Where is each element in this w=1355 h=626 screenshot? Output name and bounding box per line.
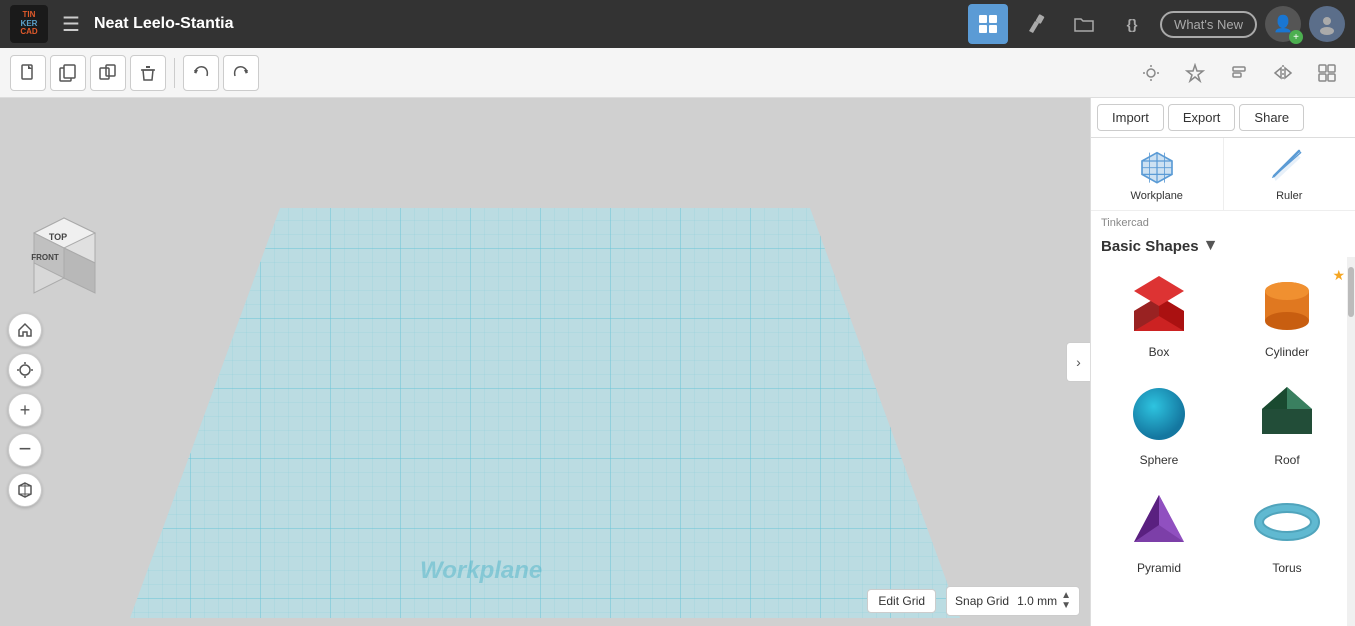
workplane-tool[interactable]: Workplane: [1091, 138, 1224, 210]
delete-btn[interactable]: [130, 55, 166, 91]
pyramid-label: Pyramid: [1137, 561, 1181, 575]
new-document-btn[interactable]: [10, 55, 46, 91]
scrollbar-thumb[interactable]: [1348, 267, 1354, 317]
right-panel-shapes: Box ★ Cylinder: [1091, 257, 1355, 626]
whats-new-btn[interactable]: What's New: [1160, 11, 1257, 38]
mirror-btn[interactable]: [1265, 55, 1301, 91]
workplane-grid: Workplane: [120, 178, 970, 626]
shape-item-pyramid[interactable]: Pyramid: [1097, 479, 1221, 583]
zoom-in-btn[interactable]: +: [8, 393, 42, 427]
toolbar-separator: [174, 58, 175, 88]
torus-label: Torus: [1272, 561, 1301, 575]
undo-btn[interactable]: [183, 55, 219, 91]
nav-icons: {} What's New 👤 +: [968, 4, 1345, 44]
canvas-area[interactable]: TOP FRONT + −: [0, 98, 1090, 626]
cylinder-star: ★: [1332, 267, 1345, 284]
codeblocks-btn[interactable]: {}: [1112, 4, 1152, 44]
roof-label: Roof: [1274, 453, 1299, 467]
shape-item-cylinder[interactable]: ★ Cylinder: [1225, 263, 1349, 367]
viewport-cube[interactable]: TOP FRONT: [20, 208, 108, 308]
sphere-label: Sphere: [1140, 453, 1179, 467]
workplane-label: Workplane: [1131, 190, 1183, 202]
ies-bar: Import Export Share: [1091, 98, 1355, 138]
redo-btn[interactable]: [223, 55, 259, 91]
zoom-out-btn[interactable]: −: [8, 433, 42, 467]
snap-grid-value: 1.0 mm: [1017, 594, 1057, 608]
snap-grid-label: Snap Grid: [955, 594, 1009, 608]
hamburger-menu[interactable]: ☰: [58, 8, 84, 41]
right-panel: Import Export Share Workplane: [1090, 98, 1355, 626]
community-btn[interactable]: [1177, 55, 1213, 91]
shape-item-torus[interactable]: Torus: [1225, 479, 1349, 583]
snap-grid: Snap Grid 1.0 mm ▲ ▼: [946, 586, 1080, 616]
shape-item-sphere[interactable]: Sphere: [1097, 371, 1221, 475]
bottom-bar: Edit Grid Snap Grid 1.0 mm ▲ ▼: [867, 586, 1080, 616]
add-user-btn[interactable]: 👤 +: [1265, 6, 1301, 42]
snap-grid-stepper[interactable]: ▲ ▼: [1061, 591, 1071, 611]
duplicate-btn[interactable]: [90, 55, 126, 91]
scrollbar-track[interactable]: [1347, 257, 1355, 626]
grid-view-btn[interactable]: [968, 4, 1008, 44]
folder-btn[interactable]: [1064, 4, 1104, 44]
main-area: TOP FRONT + −: [0, 98, 1355, 626]
shape-item-box[interactable]: Box: [1097, 263, 1221, 367]
align-btn[interactable]: [1221, 55, 1257, 91]
import-btn[interactable]: Import: [1097, 104, 1164, 131]
left-nav-tools: + −: [8, 313, 42, 507]
tinkercad-logo: TINKERCAD: [10, 5, 48, 43]
shapes-category: Tinkercad: [1101, 217, 1149, 229]
export-btn[interactable]: Export: [1168, 104, 1236, 131]
panel-tools-row: Workplane Ruler: [1091, 138, 1355, 211]
cube-front-label: FRONT: [31, 253, 59, 262]
user-avatar-btn[interactable]: [1309, 6, 1345, 42]
workplane-text-label: Workplane: [420, 557, 542, 584]
box-label: Box: [1149, 345, 1170, 359]
edit-grid-btn[interactable]: Edit Grid: [867, 589, 936, 613]
cube-top-label: TOP: [49, 232, 67, 242]
light-btn[interactable]: [1133, 55, 1169, 91]
shapes-title-row: Basic Shapes ▼: [1091, 231, 1355, 257]
ruler-label: Ruler: [1276, 190, 1302, 202]
view-cube-btn[interactable]: [8, 473, 42, 507]
panel-toggle-btn[interactable]: ›: [1066, 342, 1090, 382]
cylinder-label: Cylinder: [1265, 345, 1309, 359]
shapes-title: Basic Shapes: [1101, 238, 1199, 255]
share-btn[interactable]: Share: [1239, 104, 1304, 131]
copy-btn[interactable]: [50, 55, 86, 91]
shape-item-roof[interactable]: Roof: [1225, 371, 1349, 475]
ruler-tool[interactable]: Ruler: [1224, 138, 1355, 210]
shapes-header: Tinkercad: [1091, 211, 1355, 231]
toolbar: [0, 48, 1355, 98]
project-title: Neat Leelo-Stantia: [94, 15, 958, 33]
home-view-btn[interactable]: [8, 313, 42, 347]
shapes-grid: Box ★ Cylinder: [1091, 257, 1355, 589]
toolbar-right: [263, 55, 1345, 91]
build-btn[interactable]: [1016, 4, 1056, 44]
shapes-dropdown-btn[interactable]: ▼: [1203, 237, 1219, 255]
group-btn[interactable]: [1309, 55, 1345, 91]
navbar: TINKERCAD ☰ Neat Leelo-Stantia {} What's…: [0, 0, 1355, 48]
fit-view-btn[interactable]: [8, 353, 42, 387]
